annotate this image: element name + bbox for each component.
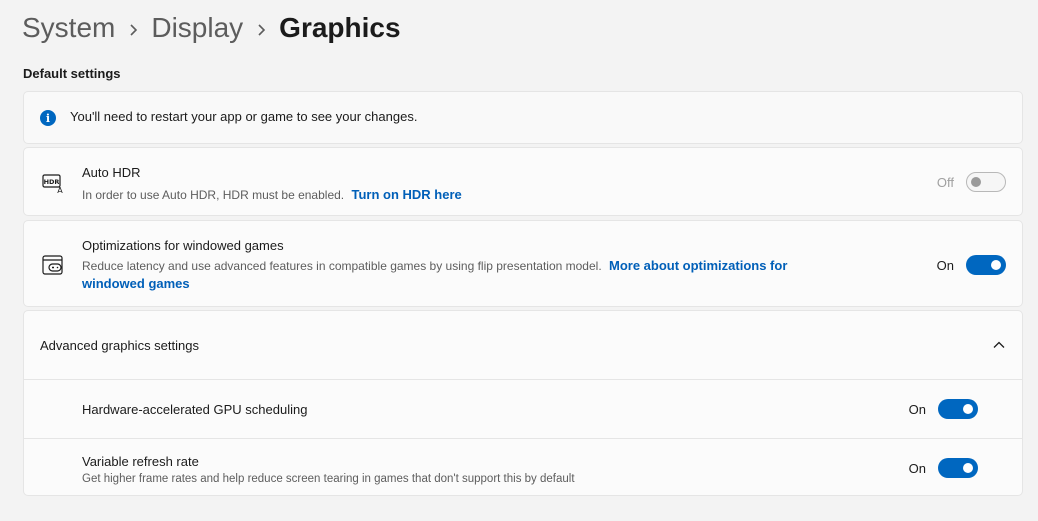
vrr-title: Variable refresh rate xyxy=(82,454,199,469)
breadcrumb-item-system[interactable]: System xyxy=(22,12,115,44)
turn-on-hdr-link[interactable]: Turn on HDR here xyxy=(351,187,461,202)
windowed-games-title: Optimizations for windowed games xyxy=(82,238,284,253)
section-title: Default settings xyxy=(23,66,121,81)
auto-hdr-state-label: Off xyxy=(936,174,954,190)
windowed-games-description-text: Reduce latency and use advanced features… xyxy=(82,259,602,273)
vrr-state-label: On xyxy=(908,460,926,476)
vrr-toggle[interactable] xyxy=(938,458,978,478)
gpu-scheduling-toggle-group: On xyxy=(909,399,978,419)
info-banner-text: You'll need to restart your app or game … xyxy=(70,109,418,124)
auto-hdr-toggle[interactable] xyxy=(966,172,1006,192)
windowed-games-description: Reduce latency and use advanced features… xyxy=(82,257,902,293)
vrr-row: Variable refresh rate Get higher frame r… xyxy=(24,439,1022,495)
auto-hdr-description-text: In order to use Auto HDR, HDR must be en… xyxy=(82,188,345,202)
windowed-games-state-label: On xyxy=(936,257,954,273)
gpu-scheduling-row: Hardware-accelerated GPU scheduling On xyxy=(24,380,1022,438)
advanced-graphics-settings-card: Advanced graphics settings Hardware-acce… xyxy=(23,310,1023,496)
breadcrumb-current-page: Graphics xyxy=(279,12,401,43)
windowed-games-toggle[interactable] xyxy=(966,255,1006,275)
gpu-scheduling-state-label: On xyxy=(908,401,926,417)
chevron-up-icon[interactable] xyxy=(992,338,1006,352)
vrr-description: Get higher frame rates and help reduce s… xyxy=(82,473,575,485)
vrr-toggle-group: On xyxy=(909,458,978,478)
advanced-graphics-settings-header[interactable]: Advanced graphics settings xyxy=(24,311,1022,379)
more-about-optimizations-link-cont[interactable]: windowed games xyxy=(82,276,190,291)
auto-hdr-title: Auto HDR xyxy=(82,165,141,180)
gpu-scheduling-toggle[interactable] xyxy=(938,399,978,419)
auto-hdr-card: HDR A Auto HDR In order to use Auto HDR,… xyxy=(23,147,1023,216)
breadcrumb: System Display Graphics xyxy=(22,10,401,46)
auto-hdr-toggle-group: Off xyxy=(937,172,1006,192)
svg-text:A: A xyxy=(57,186,63,195)
gamepad-window-icon xyxy=(42,255,63,275)
chevron-right-icon xyxy=(243,12,279,44)
breadcrumb-item-display[interactable]: Display xyxy=(151,12,243,44)
chevron-right-icon xyxy=(115,12,151,44)
advanced-graphics-settings-title: Advanced graphics settings xyxy=(40,338,199,353)
gpu-scheduling-title: Hardware-accelerated GPU scheduling xyxy=(82,402,308,417)
svg-text:HDR: HDR xyxy=(44,178,60,186)
windowed-games-card: Optimizations for windowed games Reduce … xyxy=(23,220,1023,307)
info-icon: i xyxy=(40,110,56,126)
auto-hdr-description: In order to use Auto HDR, HDR must be en… xyxy=(82,186,462,204)
info-banner: i You'll need to restart your app or gam… xyxy=(23,91,1023,144)
windowed-games-toggle-group: On xyxy=(937,255,1006,275)
hdr-icon: HDR A xyxy=(42,174,63,195)
more-about-optimizations-link[interactable]: More about optimizations for xyxy=(609,258,787,273)
